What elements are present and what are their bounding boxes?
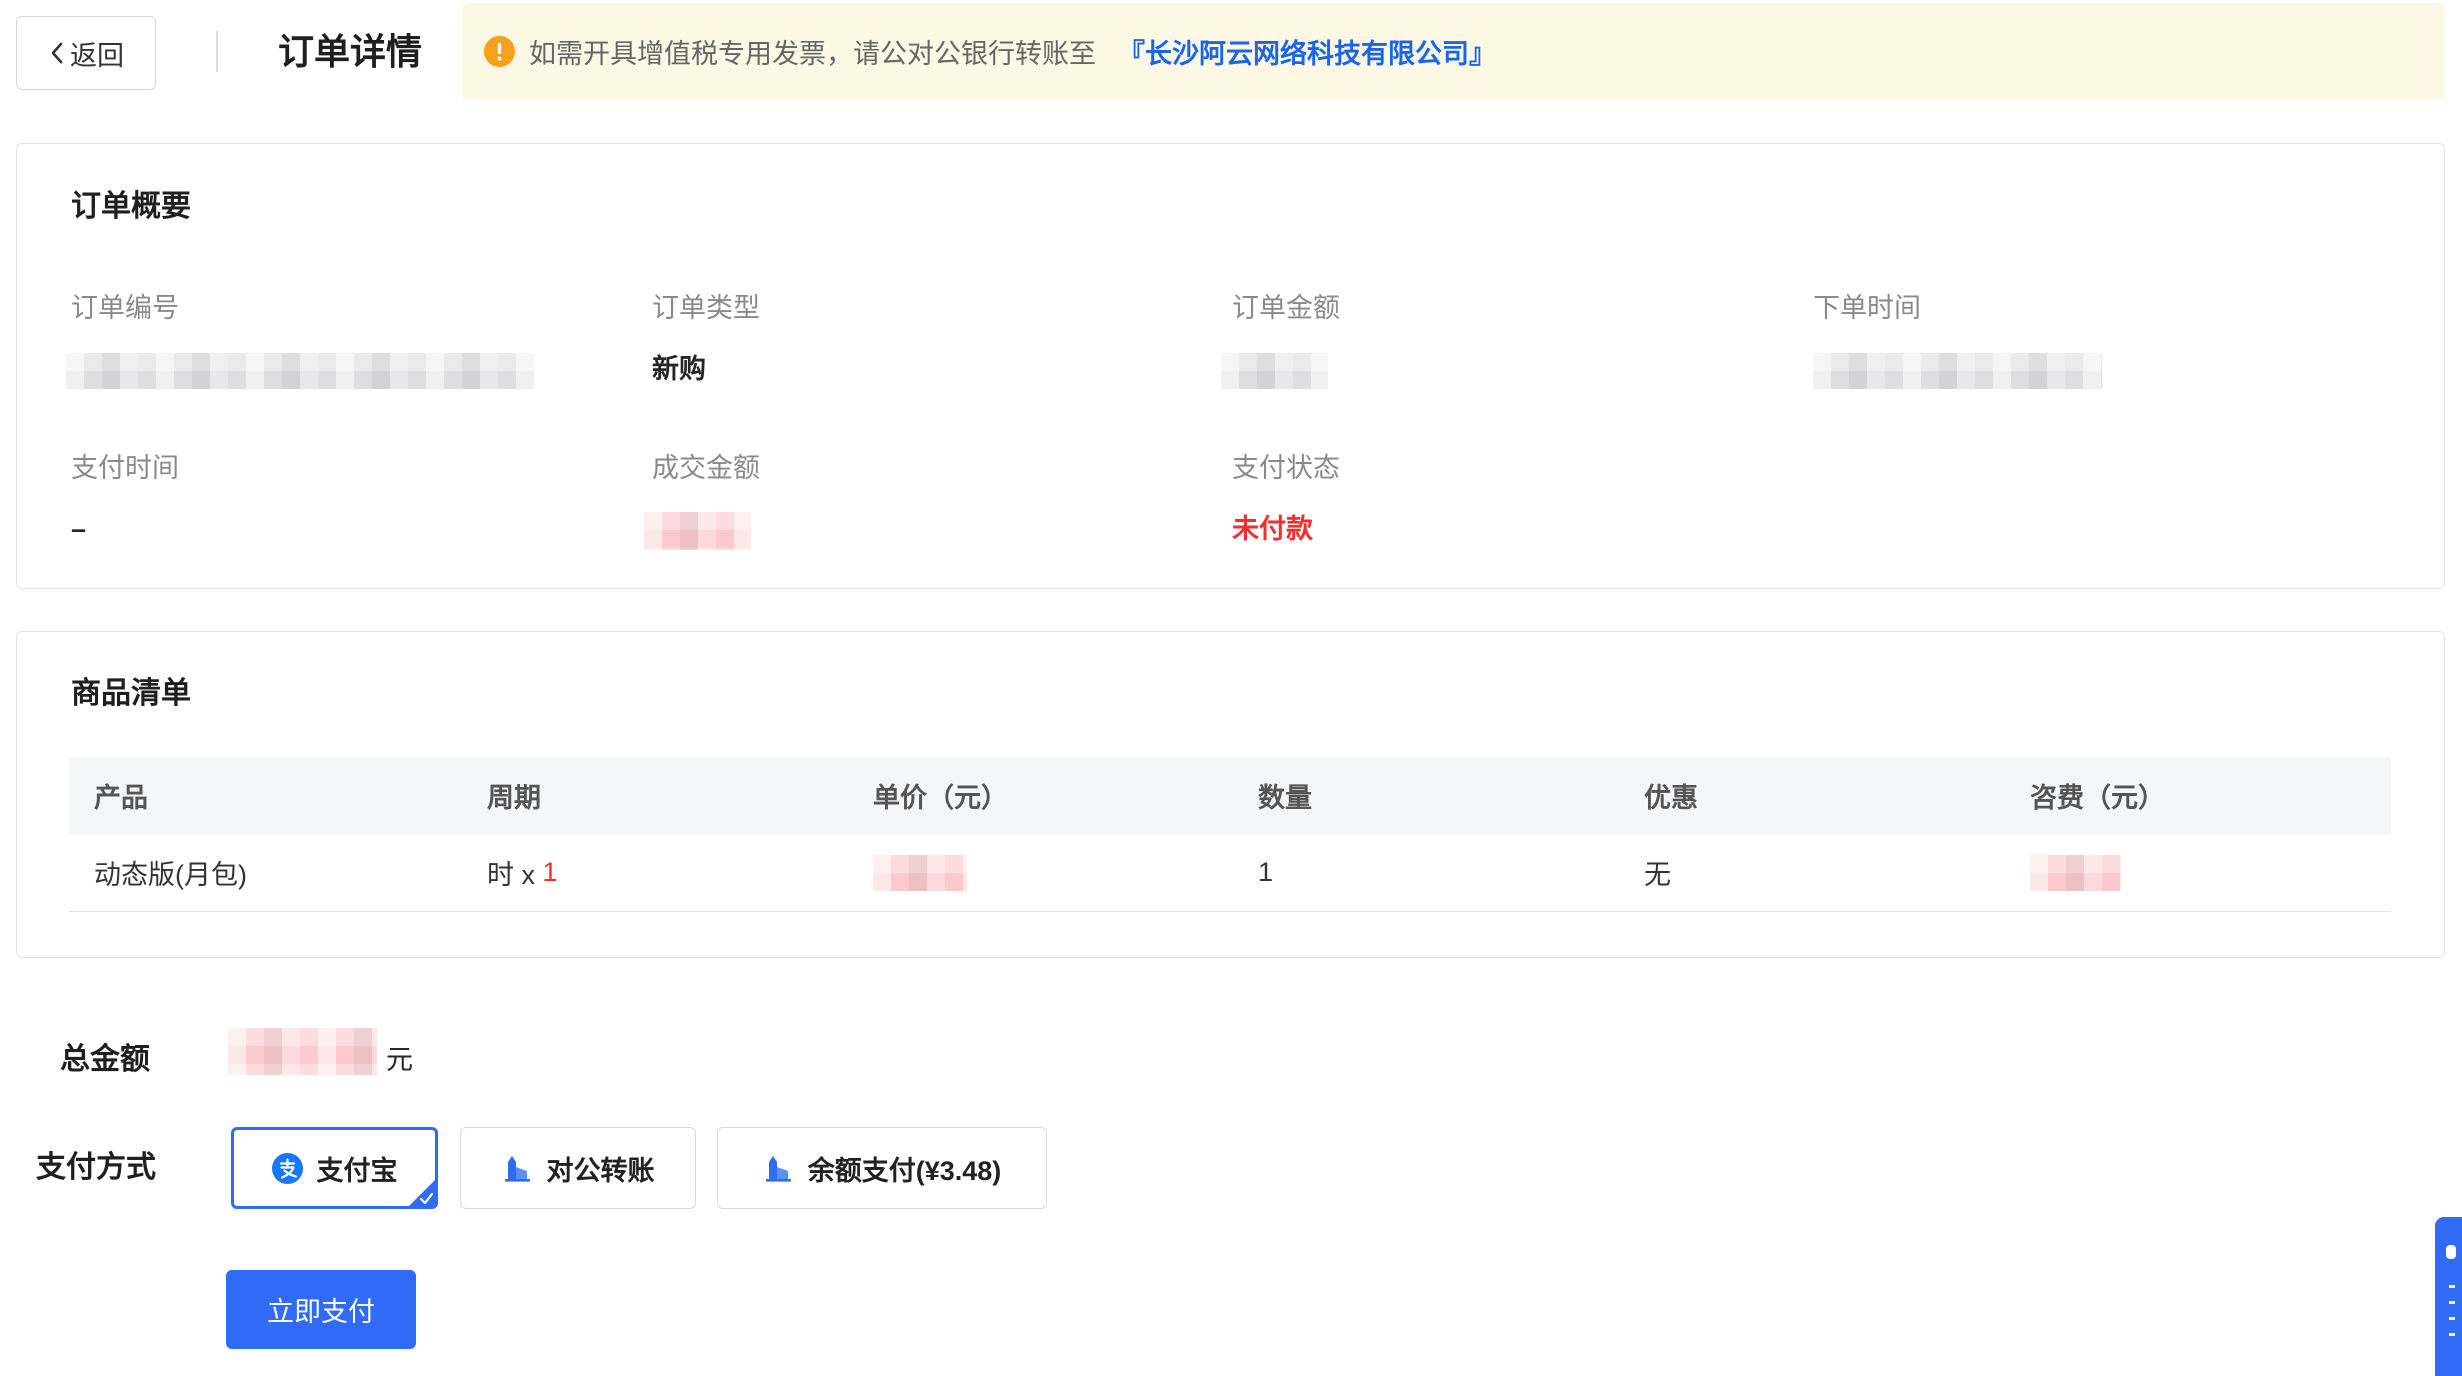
- warning-icon: [484, 36, 515, 67]
- total-amount-label: 总金额: [60, 1043, 150, 1076]
- order-amount-label: 订单金额: [1232, 293, 1340, 323]
- product-period: 时 x 1: [462, 834, 848, 911]
- order-type-label: 订单类型: [652, 293, 760, 323]
- invoice-notice-banner: 如需开具增值税专用发票，请公对公银行转账至 『长沙阿云网络科技有限公司』: [462, 3, 2445, 100]
- payment-option-balance-label: 余额支付(¥3.48): [807, 1155, 1002, 1186]
- pay-time-value: –: [71, 514, 87, 544]
- order-time-value-redacted: [1813, 353, 2102, 389]
- period-prefix: 时 x: [487, 860, 543, 890]
- payment-option-alipay-label: 支付宝: [316, 1155, 398, 1186]
- payment-option-balance[interactable]: 余额支付(¥3.48): [717, 1127, 1047, 1209]
- fee-cell: [2005, 834, 2391, 911]
- payment-option-bank-transfer[interactable]: 对公转账: [460, 1127, 696, 1209]
- pay-status-value: 未付款: [1232, 514, 1313, 544]
- total-amount-value-redacted: [228, 1028, 377, 1075]
- column-header-fee: 咨费（元）: [2030, 783, 2165, 813]
- selected-check-icon: [409, 1180, 435, 1206]
- order-no-label: 订单编号: [71, 293, 179, 323]
- product-quantity: 1: [1258, 857, 1274, 887]
- payment-option-alipay[interactable]: 支付宝: [231, 1127, 438, 1209]
- back-label: 返回: [70, 40, 124, 71]
- floating-service-tab[interactable]: [2435, 1217, 2462, 1376]
- column-header-discount: 优惠: [1644, 783, 1698, 813]
- column-header-product: 产品: [94, 783, 148, 813]
- alipay-icon: [271, 1152, 303, 1184]
- payment-option-bank-transfer-label: 对公转账: [546, 1155, 655, 1186]
- product-name: 动态版(月包): [94, 860, 247, 890]
- product-discount: 无: [1644, 860, 1671, 890]
- pay-status-label: 支付状态: [1232, 453, 1340, 483]
- unit-price-value-redacted: [873, 854, 967, 891]
- column-header-quantity: 数量: [1258, 783, 1312, 813]
- pay-time-label: 支付时间: [71, 453, 179, 483]
- table-header: 产品 周期 单价（元） 数量 优惠 咨费（元）: [69, 757, 2391, 834]
- column-header-unit-price: 单价（元）: [873, 783, 1008, 813]
- order-no-value-redacted: [66, 353, 534, 389]
- order-summary-card: 订单概要 订单编号 订单类型 新购 订单金额 下单时间 支付时间 – 成交金额 …: [16, 143, 2445, 589]
- table-row: 动态版(月包) 时 x 1 1 无: [69, 834, 2391, 912]
- product-table: 产品 周期 单价（元） 数量 优惠 咨费（元） 动态版(月包) 时 x 1 1 …: [69, 757, 2391, 912]
- notice-company-name: 『长沙阿云网络科技有限公司』: [1118, 39, 1496, 69]
- payment-method-label: 支付方式: [36, 1151, 156, 1184]
- total-amount-unit: 元: [386, 1045, 413, 1075]
- deal-amount-value-redacted: [644, 512, 751, 550]
- unit-price-cell: [848, 834, 1233, 911]
- header-divider: [216, 31, 218, 72]
- bank-icon: [765, 1155, 791, 1182]
- back-button[interactable]: 返回: [16, 16, 156, 90]
- product-list-title: 商品清单: [71, 677, 191, 710]
- column-header-period: 周期: [487, 783, 541, 813]
- order-summary-title: 订单概要: [71, 190, 191, 223]
- page-title: 订单详情: [278, 31, 423, 72]
- product-list-card: 商品清单 产品 周期 单价（元） 数量 优惠 咨费（元） 动态版(月包) 时 x…: [16, 631, 2445, 958]
- bank-icon: [504, 1155, 530, 1182]
- order-type-value: 新购: [652, 354, 706, 384]
- chevron-left-icon: [51, 42, 63, 64]
- service-icon: [2446, 1245, 2456, 1336]
- notice-text: 如需开具增值税专用发票，请公对公银行转账至: [529, 39, 1096, 69]
- order-amount-value-redacted: [1221, 353, 1328, 389]
- fee-value-redacted: [2030, 854, 2121, 891]
- pay-now-button[interactable]: 立即支付: [226, 1270, 416, 1349]
- deal-amount-label: 成交金额: [652, 453, 760, 483]
- period-count: 1: [542, 857, 558, 887]
- order-time-label: 下单时间: [1813, 293, 1921, 323]
